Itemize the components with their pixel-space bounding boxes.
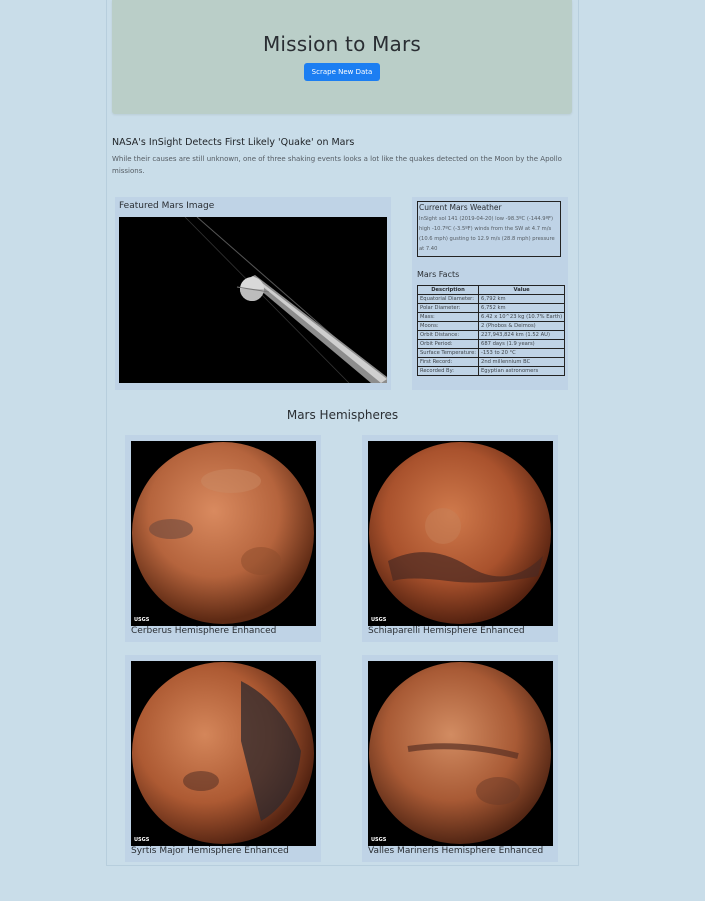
jumbotron-header: Mission to Mars Scrape New Data: [112, 0, 572, 114]
hemisphere-card-cerberus: USGS Cerberus Hemisphere Enhanced: [125, 435, 321, 642]
mars-globe-graphic: [131, 441, 316, 626]
table-row: Polar Diameter: 6,752 km: [416, 303, 566, 313]
mars-weather-box: Current Mars Weather InSight sol 141 (20…: [417, 201, 561, 257]
weather-facts-card: Current Mars Weather InSight sol 141 (20…: [412, 197, 568, 390]
fact-value: 6,752 km: [478, 303, 566, 313]
fact-value: 6.42 x 10^23 kg (10.7% Earth): [478, 312, 566, 322]
table-row: Surface Temperature: -153 to 20 °C: [416, 348, 566, 358]
hemisphere-image-schiaparelli[interactable]: USGS: [368, 441, 553, 626]
fact-value: -153 to 20 °C: [478, 348, 566, 358]
hemisphere-title-schiaparelli[interactable]: Schiaparelli Hemisphere Enhanced: [368, 626, 525, 636]
usgs-logo: USGS: [134, 617, 150, 623]
featured-mars-image[interactable]: [119, 217, 387, 383]
news-title: NASA's InSight Detects First Likely 'Qua…: [112, 137, 355, 148]
table-row: Orbit Distance: 227,943,824 km (1.52 AU): [416, 330, 566, 340]
usgs-logo: USGS: [371, 617, 387, 623]
usgs-logo: USGS: [371, 837, 387, 843]
facts-title: Mars Facts: [417, 270, 460, 279]
hemispheres-heading: Mars Hemispheres: [286, 408, 399, 422]
table-row: First Record: 2nd millennium BC: [416, 357, 566, 367]
fact-value: 6,792 km: [478, 294, 566, 304]
table-row: Orbit Period: 687 days (1.9 years): [416, 339, 566, 349]
table-row: Moons: 2 (Phobos & Deimos): [416, 321, 566, 331]
table-row: Recorded By: Egyptian astronomers: [416, 366, 566, 376]
table-row: Mass: 6.42 x 10^23 kg (10.7% Earth): [416, 312, 566, 322]
mars-globe-graphic: [368, 441, 553, 626]
table-row: Equatorial Diameter: 6,792 km: [416, 294, 566, 304]
weather-text: InSight sol 141 (2019-04-20) low -98.3ºC…: [419, 216, 555, 252]
mars-globe-graphic: [131, 661, 316, 846]
hemisphere-card-valles-marineris: USGS Valles Marineris Hemisphere Enhance…: [362, 655, 558, 862]
hemisphere-image-cerberus[interactable]: USGS: [131, 441, 316, 626]
fact-description: Surface Temperature:: [416, 348, 480, 358]
fact-description: Equatorial Diameter:: [416, 294, 480, 304]
hemisphere-title-syrtis-major[interactable]: Syrtis Major Hemisphere Enhanced: [131, 846, 289, 856]
hemisphere-card-schiaparelli: USGS Schiaparelli Hemisphere Enhanced: [362, 435, 558, 642]
hemisphere-title-valles-marineris[interactable]: Valles Marineris Hemisphere Enhanced: [368, 846, 543, 856]
fact-description: First Record:: [416, 357, 480, 367]
hemisphere-image-syrtis-major[interactable]: USGS: [131, 661, 316, 846]
hemisphere-image-valles-marineris[interactable]: USGS: [368, 661, 553, 846]
featured-image-label: Featured Mars Image: [119, 201, 215, 211]
fact-description: Polar Diameter:: [416, 303, 480, 313]
mars-facts-table: Description Value Equatorial Diameter: 6,…: [416, 285, 566, 376]
fact-description: Mass:: [416, 312, 480, 322]
scrape-new-data-button[interactable]: Scrape New Data: [304, 63, 380, 81]
page-title: Mission to Mars: [262, 32, 422, 56]
facts-header-value: Value: [478, 285, 566, 295]
fact-value: 2 (Phobos & Deimos): [478, 321, 566, 331]
fact-description: Recorded By:: [416, 366, 480, 376]
hemisphere-title-cerberus[interactable]: Cerberus Hemisphere Enhanced: [131, 626, 276, 636]
fact-description: Moons:: [416, 321, 480, 331]
fact-value: 2nd millennium BC: [478, 357, 566, 367]
featured-image-graphic: [119, 217, 387, 383]
hemisphere-card-syrtis-major: USGS Syrtis Major Hemisphere Enhanced: [125, 655, 321, 862]
news-paragraph: While their causes are still unknown, on…: [112, 155, 562, 175]
fact-value: Egyptian astronomers: [478, 366, 566, 376]
mars-globe-graphic: [368, 661, 553, 846]
facts-header-row: Description Value: [416, 285, 566, 295]
usgs-logo: USGS: [134, 837, 150, 843]
fact-description: Orbit Period:: [416, 339, 480, 349]
facts-header-description: Description: [416, 285, 480, 295]
featured-image-card: Featured Mars Image: [115, 197, 391, 390]
weather-title: Current Mars Weather: [419, 203, 502, 212]
fact-value: 227,943,824 km (1.52 AU): [478, 330, 566, 340]
fact-value: 687 days (1.9 years): [478, 339, 566, 349]
fact-description: Orbit Distance:: [416, 330, 480, 340]
